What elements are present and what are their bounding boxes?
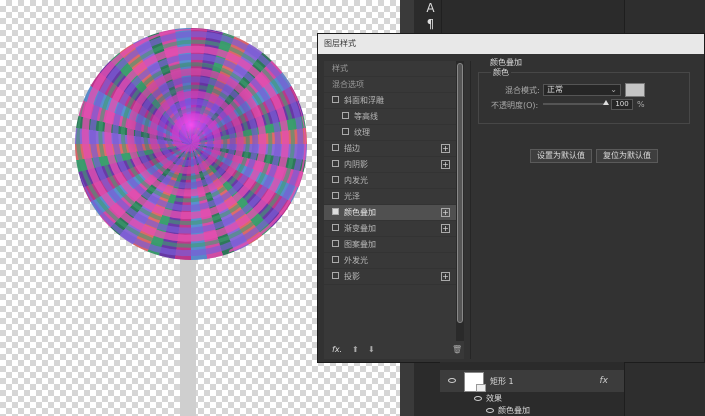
style-item-label: 光泽 [344,192,360,201]
overlay-color-swatch[interactable] [625,83,645,97]
section-title: 颜色叠加 [490,58,522,67]
color-overlay-properties: 颜色叠加 颜色 混合模式: 正常 ⌄ 不透明度(O): 100 % 设置为默认值… [478,57,702,163]
paragraph-tool-icon[interactable]: ¶ [420,16,441,32]
styles-scrollbar[interactable] [456,61,464,341]
style-item[interactable]: 描边 + [324,141,456,157]
style-item[interactable]: 渐变叠加 + [324,221,456,237]
layer-style-dialog: 图层样式 样式 混合选项 斜面和浮雕 等高线 纹理 描边 + 内阴影 + 内发光 光泽 颜色叠加 + 渐变… [317,33,705,363]
visibility-eye-icon[interactable] [448,378,456,383]
style-item[interactable]: 纹理 [324,125,456,141]
style-checkbox[interactable] [332,96,339,103]
style-item-label: 混合选项 [332,80,364,89]
opacity-unit: % [637,100,645,109]
blend-mode-select[interactable]: 正常 ⌄ [543,84,621,96]
add-instance-plus-icon[interactable]: + [441,160,450,169]
style-item-label: 斜面和浮雕 [344,96,384,105]
style-item[interactable]: 投影 + [324,269,456,285]
style-checkbox[interactable] [342,112,349,119]
effects-label: 效果 [486,394,502,403]
style-checkbox[interactable] [332,192,339,199]
smart-object-badge-icon [476,384,486,392]
style-item[interactable]: 颜色叠加 + [324,205,456,221]
move-down-icon[interactable]: ⬇ [368,345,375,354]
panel-divider [470,61,471,359]
style-item[interactable]: 内发光 [324,173,456,189]
group-title: 颜色 [491,67,511,78]
style-item-label: 投影 [344,272,360,281]
dialog-title: 图层样式 [318,34,704,54]
style-item[interactable]: 内阴影 + [324,157,456,173]
style-item-label: 样式 [332,64,348,73]
style-checkbox[interactable] [332,144,339,151]
style-item[interactable]: 图案叠加 [324,237,456,253]
opacity-input[interactable]: 100 [611,99,633,110]
add-instance-plus-icon[interactable]: + [441,272,450,281]
style-item-label: 渐变叠加 [344,224,376,233]
style-checkbox[interactable] [332,240,339,247]
styles-list: 样式混合选项斜面和浮雕等高线纹理描边 + 内阴影 + 内发光光泽颜色叠加 + 渐变叠加 + 图案… [324,61,456,285]
style-item-label: 图案叠加 [344,240,376,249]
fx-menu-button[interactable]: fx. [332,345,342,354]
style-checkbox[interactable] [332,272,339,279]
style-item-label: 描边 [344,144,360,153]
style-item[interactable]: 混合选项 [324,77,456,93]
effect-item-label: 颜色叠加 [498,406,530,415]
style-checkbox[interactable] [332,208,339,215]
layer-name[interactable]: 矩形 1 [490,376,514,387]
color-group: 颜色 混合模式: 正常 ⌄ 不透明度(O): 100 % [478,67,690,124]
effect-eye-icon[interactable] [486,408,494,413]
blend-mode-value: 正常 [547,85,563,94]
style-checkbox[interactable] [342,128,349,135]
styles-panel: 样式混合选项斜面和浮雕等高线纹理描边 + 内阴影 + 内发光光泽颜色叠加 + 渐变叠加 + 图案… [324,61,464,359]
chevron-down-icon: ⌄ [610,85,617,94]
style-item-label: 外发光 [344,256,368,265]
style-item-label: 内发光 [344,176,368,185]
trash-icon[interactable]: 🗑 [452,345,462,354]
lollipop-stick [180,258,196,416]
style-item[interactable]: 等高线 [324,109,456,125]
style-item-label: 纹理 [354,128,370,137]
layer-fx-icon[interactable]: fx [600,376,609,386]
add-instance-plus-icon[interactable]: + [441,144,450,153]
style-checkbox[interactable] [332,224,339,231]
style-item-label: 等高线 [354,112,378,121]
style-checkbox[interactable] [332,256,339,263]
opacity-slider[interactable] [543,100,609,105]
style-checkbox[interactable] [332,176,339,183]
move-up-icon[interactable]: ⬆ [352,345,359,354]
style-item-label: 内阴影 [344,160,368,169]
style-checkbox[interactable] [332,160,339,167]
reset-default-button[interactable]: 复位为默认值 [596,149,658,163]
style-item[interactable]: 斜面和浮雕 [324,93,456,109]
slider-knob[interactable] [603,100,609,105]
effects-eye-icon[interactable] [474,396,482,401]
add-instance-plus-icon[interactable]: + [441,208,450,217]
style-item[interactable]: 外发光 [324,253,456,269]
styles-footer: fx. ⬆ ⬇ 🗑 [324,343,464,359]
layers-panel: 矩形 1 fx 效果 颜色叠加 [440,362,624,416]
text-tool-icon[interactable]: A [420,0,441,16]
blend-mode-label: 混合模式: [505,86,540,95]
lollipop-swirl [76,29,306,257]
opacity-label: 不透明度(O): [491,101,539,110]
set-default-button[interactable]: 设置为默认值 [530,149,592,163]
add-instance-plus-icon[interactable]: + [441,224,450,233]
style-item[interactable]: 光泽 [324,189,456,205]
style-item[interactable]: 样式 [324,61,456,77]
style-item-label: 颜色叠加 [344,208,376,217]
